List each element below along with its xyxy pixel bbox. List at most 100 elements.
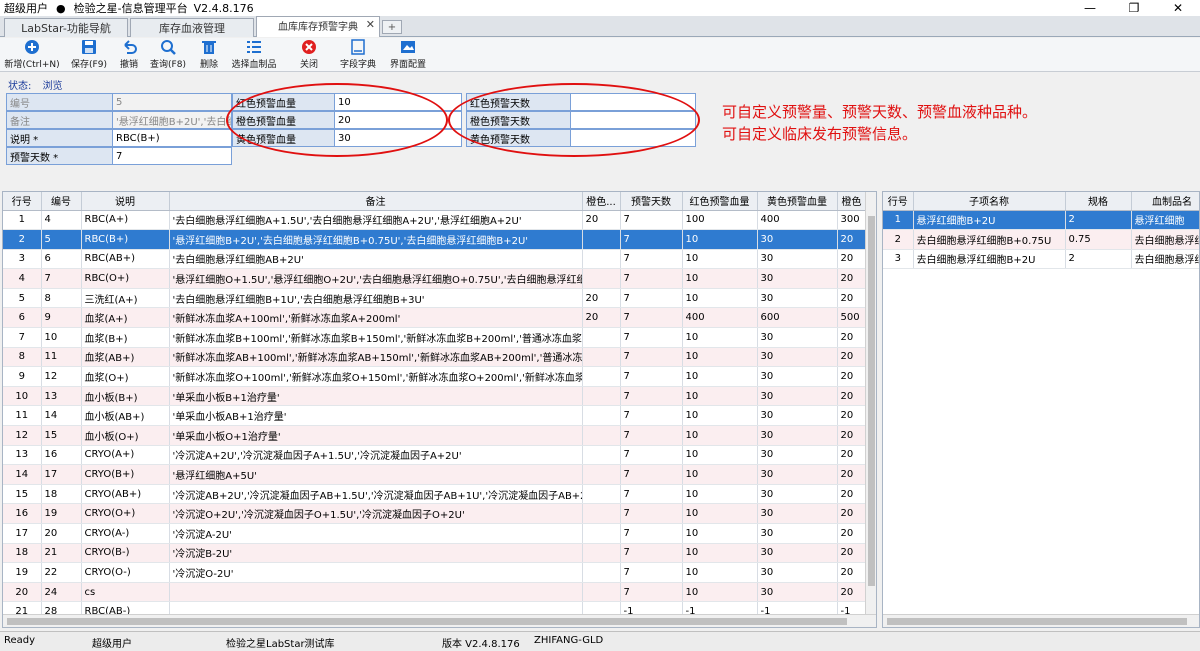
tab-warning-dict[interactable]: 血库库存预警字典 ✕ [256, 16, 380, 37]
table-cell[interactable]: 20 [582, 288, 621, 309]
scroll-thumb[interactable] [868, 216, 875, 586]
table-cell[interactable]: 17 [3, 523, 42, 544]
save-button[interactable]: 保存(F9) [70, 39, 108, 71]
table-cell[interactable]: 20 [3, 582, 42, 603]
table-cell[interactable]: '新鲜冰冻血浆A+100ml','新鲜冰冻血浆A+200ml' [169, 307, 583, 329]
table-cell[interactable]: '单采血小板B+1治疗量' [169, 386, 583, 407]
sub-table-row[interactable]: 1 悬浮红细胞B+2U 2 悬浮红细胞 [883, 210, 1199, 231]
table-cell[interactable]: 7 [620, 327, 683, 348]
restore-button[interactable]: ❐ [1112, 0, 1156, 16]
table-cell[interactable]: '冷沉淀A+2U','冷沉淀凝血因子A+1.5U','冷沉淀凝血因子A+2U' [169, 445, 583, 466]
table-cell[interactable] [582, 484, 621, 505]
table-cell[interactable]: 11 [41, 347, 82, 368]
main-horizontal-scrollbar[interactable] [3, 614, 876, 627]
table-row[interactable]: 12 15 血小板(O+) '单采血小板O+1治疗量' 7 10 30 20 [3, 425, 867, 446]
query-button[interactable]: 查询(F8) [150, 39, 186, 71]
table-cell[interactable]: 10 [682, 562, 758, 583]
table-cell[interactable]: 3 [3, 249, 42, 270]
table-row[interactable]: 19 22 CRYO(O-) '冷沉淀O-2U' 7 10 30 20 [3, 562, 867, 583]
table-cell[interactable]: 7 [620, 229, 683, 250]
table-cell[interactable] [582, 503, 621, 524]
orange-qty-input[interactable]: 20 [335, 112, 461, 128]
table-cell[interactable]: 7 [3, 327, 42, 348]
table-row[interactable]: 18 21 CRYO(B-) '冷沉淀B-2U' 7 10 30 20 [3, 543, 867, 564]
table-cell[interactable]: '新鲜冰冻血浆AB+100ml','新鲜冰冻血浆AB+150ml','新鲜冰冻血… [169, 347, 583, 368]
table-cell[interactable]: 10 [682, 464, 758, 485]
table-cell[interactable]: 7 [620, 386, 683, 407]
table-cell[interactable]: 10 [682, 445, 758, 466]
table-row[interactable]: 10 13 血小板(B+) '单采血小板B+1治疗量' 7 10 30 20 [3, 386, 867, 407]
table-cell[interactable]: 10 [682, 249, 758, 270]
table-cell[interactable]: 10 [682, 386, 758, 407]
table-cell[interactable]: 7 [620, 562, 683, 583]
table-cell[interactable]: 20 [837, 523, 867, 544]
table-row[interactable]: 9 12 血浆(O+) '新鲜冰冻血浆O+100ml','新鲜冰冻血浆O+150ml'… [3, 366, 867, 387]
table-cell[interactable]: 10 [41, 327, 82, 348]
table-cell[interactable]: 8 [3, 347, 42, 368]
col-header[interactable]: 说明 [81, 192, 170, 211]
table-cell[interactable]: 15 [41, 425, 82, 446]
warning-days-input[interactable]: 7 [113, 148, 231, 164]
table-cell[interactable]: RBC(AB+) [81, 249, 170, 270]
scroll-thumb[interactable] [887, 618, 1187, 625]
table-cell[interactable]: 9 [41, 307, 82, 329]
table-cell[interactable]: 17 [41, 464, 82, 485]
col-header[interactable]: 子项名称 [913, 192, 1066, 211]
red-qty-input[interactable]: 10 [335, 94, 461, 110]
table-cell[interactable]: 7 [620, 249, 683, 270]
table-cell[interactable]: 30 [757, 327, 838, 348]
table-cell[interactable]: 20 [582, 307, 621, 329]
desc-input[interactable]: RBC(B+) [113, 130, 231, 146]
sub-horizontal-scrollbar[interactable] [883, 614, 1199, 627]
table-cell[interactable]: '新鲜冰冻血浆B+100ml','新鲜冰冻血浆B+150ml','新鲜冰冻血浆B… [169, 327, 583, 348]
scroll-thumb[interactable] [7, 618, 847, 625]
table-cell[interactable]: 9 [3, 366, 42, 387]
window-close-button[interactable]: ✕ [1156, 0, 1200, 16]
table-cell[interactable]: '冷沉淀B-2U' [169, 543, 583, 564]
table-cell[interactable]: 7 [620, 210, 683, 231]
table-cell[interactable]: CRYO(B-) [81, 543, 170, 564]
table-cell[interactable]: 血浆(O+) [81, 366, 170, 387]
table-cell[interactable]: 5 [3, 288, 42, 309]
table-cell[interactable]: 20 [837, 582, 867, 603]
table-cell[interactable]: '去白细胞悬浮红细胞B+1U','去白细胞悬浮红细胞B+3U' [169, 288, 583, 309]
table-row[interactable]: 2 5 RBC(B+) '悬浮红细胞B+2U','去白细胞悬浮红细胞B+0.75U',… [3, 229, 867, 250]
table-cell[interactable]: 血浆(A+) [81, 307, 170, 329]
field-dictionary-button[interactable]: 字段字典 [338, 39, 378, 71]
table-cell[interactable]: 30 [757, 425, 838, 446]
table-cell[interactable] [582, 268, 621, 289]
table-cell[interactable] [582, 523, 621, 544]
table-cell[interactable]: 20 [837, 229, 867, 250]
table-cell[interactable]: 2 [1065, 210, 1132, 231]
table-cell[interactable]: 2 [1065, 249, 1132, 270]
sub-table-row[interactable]: 2 去白细胞悬浮红细胞B+0.75U 0.75 去白细胞悬浮红 [883, 229, 1199, 250]
table-cell[interactable]: 20 [837, 484, 867, 505]
layout-config-button[interactable]: 界面配置 [388, 39, 428, 71]
table-cell[interactable]: 20 [41, 523, 82, 544]
table-cell[interactable]: '新鲜冰冻血浆O+100ml','新鲜冰冻血浆O+150ml','新鲜冰冻血浆O… [169, 366, 583, 387]
table-cell[interactable]: 10 [682, 425, 758, 446]
table-cell[interactable]: 10 [682, 229, 758, 250]
table-cell[interactable]: cs [81, 582, 170, 603]
table-cell[interactable]: 5 [41, 229, 82, 250]
table-cell[interactable]: 20 [837, 503, 867, 524]
table-cell[interactable] [582, 425, 621, 446]
table-cell[interactable]: 19 [41, 503, 82, 524]
table-row[interactable]: 13 16 CRYO(A+) '冷沉淀A+2U','冷沉淀凝血因子A+1.5U','冷… [3, 445, 867, 466]
table-row[interactable]: 4 7 RBC(O+) '悬浮红细胞O+1.5U','悬浮红细胞O+2U','去白细胞… [3, 268, 867, 289]
table-cell[interactable]: CRYO(AB+) [81, 484, 170, 505]
orange-days-input[interactable] [571, 112, 695, 128]
table-cell[interactable]: 6 [3, 307, 42, 329]
table-cell[interactable]: '去白细胞悬浮红细胞AB+2U' [169, 249, 583, 270]
table-cell[interactable]: 30 [757, 543, 838, 564]
table-cell[interactable]: 三洗红(A+) [81, 288, 170, 309]
table-cell[interactable]: 7 [620, 268, 683, 289]
table-row[interactable]: 11 14 血小板(AB+) '单采血小板AB+1治疗量' 7 10 30 20 [3, 405, 867, 427]
table-cell[interactable] [582, 405, 621, 427]
table-cell[interactable]: 去白细胞悬浮红细胞B+0.75U [913, 229, 1066, 250]
table-cell[interactable]: 4 [3, 268, 42, 289]
sub-table-row[interactable]: 3 去白细胞悬浮红细胞B+2U 2 去白细胞悬浮红 [883, 249, 1199, 270]
table-cell[interactable] [582, 249, 621, 270]
table-cell[interactable]: 2 [3, 229, 42, 250]
table-cell[interactable]: 10 [682, 366, 758, 387]
